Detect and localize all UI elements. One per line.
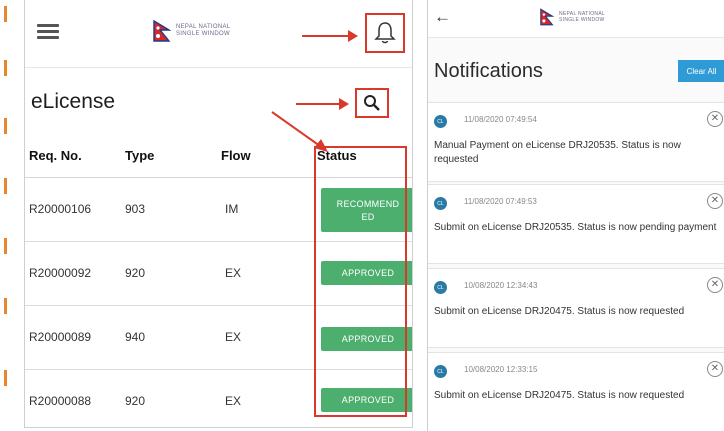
logo-line-1: NEPAL NATIONAL <box>176 24 231 30</box>
req-no: R20000089 <box>29 330 92 344</box>
side-marker <box>4 60 7 76</box>
side-marker <box>4 178 7 194</box>
notification-item[interactable]: CL 11/08/2020 07:49:54 ✕ Manual Payment … <box>428 102 724 182</box>
table-row[interactable]: R20000088 920 EX APPROVED <box>25 370 412 427</box>
req-no: R20000092 <box>29 266 92 280</box>
notification-time: 11/08/2020 07:49:54 <box>464 115 537 124</box>
col-req-no[interactable]: Req. No. <box>29 148 82 163</box>
logo-line-2: SINGLE WINDOW <box>559 17 605 23</box>
app-logo: NEPAL NATIONAL SINGLE WINDOW <box>153 20 230 42</box>
side-marker <box>4 6 7 22</box>
close-icon[interactable]: ✕ <box>707 193 723 209</box>
back-arrow-icon[interactable]: ← <box>434 7 451 27</box>
search-button[interactable] <box>355 88 389 118</box>
logo-line-2: SINGLE WINDOW <box>176 31 230 37</box>
status-text: ED <box>361 212 375 222</box>
app-header: ← NEPAL NATIONAL SINGLE WINDOW <box>428 0 724 38</box>
close-icon[interactable]: ✕ <box>707 361 723 377</box>
flow: IM <box>225 202 239 216</box>
col-type[interactable]: Type <box>125 148 154 163</box>
req-no: R20000088 <box>29 394 92 408</box>
side-marker <box>4 370 7 386</box>
bell-icon <box>374 22 396 44</box>
type: 903 <box>125 202 146 216</box>
type: 940 <box>125 330 146 344</box>
notification-item[interactable]: CL 10/08/2020 12:33:15 ✕ Submit on eLice… <box>428 352 724 431</box>
notifications-button[interactable] <box>365 13 405 53</box>
type: 920 <box>125 394 146 408</box>
close-icon[interactable]: ✕ <box>707 111 723 127</box>
elicense-screen: NEPAL NATIONAL SINGLE WINDOW eLicense Re… <box>24 0 413 428</box>
avatar: CL <box>434 365 447 378</box>
side-marker <box>4 118 7 134</box>
notification-time: 10/08/2020 12:33:15 <box>464 365 538 374</box>
notification-message: Submit on eLicense DRJ20535. Status is n… <box>434 222 717 233</box>
col-flow[interactable]: Flow <box>221 148 251 163</box>
page-title: Notifications <box>434 60 543 82</box>
arrow-to-status-icon <box>271 111 328 152</box>
close-icon[interactable]: ✕ <box>707 277 723 293</box>
status-badge[interactable]: APPROVED <box>321 261 412 285</box>
table-row[interactable]: R20000106 903 IM RECOMMEND ED <box>25 178 412 242</box>
nepal-flag-icon <box>540 8 554 26</box>
status-badge[interactable]: APPROVED <box>321 388 412 412</box>
flow: EX <box>225 266 242 280</box>
search-icon <box>364 95 380 111</box>
nepal-flag-icon <box>153 20 171 42</box>
notification-message: Manual Payment on eLicense DRJ20535. Sta… <box>434 140 681 165</box>
status-badge[interactable]: RECOMMEND ED <box>321 188 412 232</box>
flow: EX <box>225 394 242 408</box>
status-badge[interactable]: APPROVED <box>321 327 412 351</box>
req-no: R20000106 <box>29 202 92 216</box>
notification-time: 11/08/2020 07:49:53 <box>464 197 537 206</box>
clear-all-button[interactable]: Clear All <box>678 60 724 82</box>
avatar: CL <box>434 281 447 294</box>
hamburger-icon[interactable] <box>37 24 59 40</box>
table-row[interactable]: R20000092 920 EX APPROVED <box>25 242 412 306</box>
notification-item[interactable]: CL 10/08/2020 12:34:43 ✕ Submit on eLice… <box>428 268 724 348</box>
avatar: CL <box>434 115 447 128</box>
notifications-screen: ← NEPAL NATIONAL SINGLE WINDOW Notificat… <box>427 0 724 431</box>
notification-message: Submit on eLicense DRJ20475. Status is n… <box>434 390 685 401</box>
page-title: eLicense <box>31 90 116 113</box>
side-marker <box>4 298 7 314</box>
notification-message: Submit on eLicense DRJ20475. Status is n… <box>434 306 685 317</box>
arrow-to-bell-icon <box>302 30 358 42</box>
status-text: RECOMMEND <box>336 199 400 209</box>
app-logo: NEPAL NATIONAL SINGLE WINDOW <box>540 8 605 26</box>
type: 920 <box>125 266 146 280</box>
notification-item[interactable]: CL 11/08/2020 07:49:53 ✕ Submit on eLice… <box>428 184 724 264</box>
avatar: CL <box>434 197 447 210</box>
side-marker <box>4 238 7 254</box>
flow: EX <box>225 330 242 344</box>
table-header: Req. No. Type Flow Status <box>25 132 412 178</box>
table-row[interactable]: R20000089 940 EX APPROVED <box>25 306 412 370</box>
notification-time: 10/08/2020 12:34:43 <box>464 281 538 290</box>
